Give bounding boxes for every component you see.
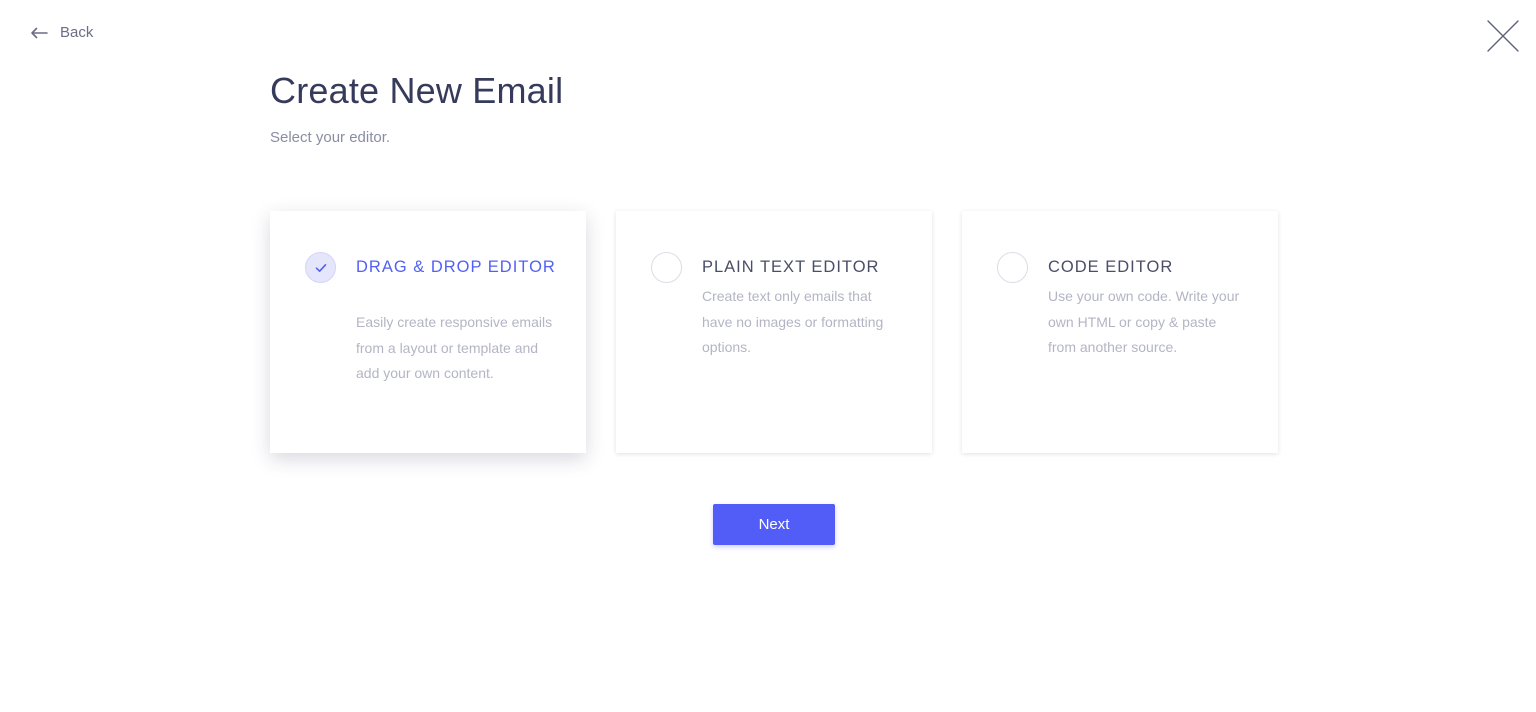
check-icon: [315, 263, 327, 273]
editor-card-description: Use your own code. Write your own HTML o…: [1048, 288, 1240, 355]
page-title: Create New Email: [270, 70, 564, 111]
editor-card-plain-text[interactable]: PLAIN TEXT EDITOR Create text only email…: [616, 211, 932, 453]
editor-card-description: Easily create responsive emails from a l…: [356, 314, 553, 381]
next-button[interactable]: Next: [713, 504, 835, 545]
back-label: Back: [60, 24, 94, 41]
radio-unselected[interactable]: [997, 252, 1028, 283]
editor-card-title: PLAIN TEXT EDITOR: [702, 258, 880, 276]
editor-card-drag-drop[interactable]: DRAG & DROP EDITOR Easily create respons…: [270, 211, 586, 453]
page-subtitle: Select your editor.: [270, 129, 391, 146]
arrow-left-icon: [30, 27, 48, 39]
editor-card-title: DRAG & DROP EDITOR: [356, 258, 556, 276]
editor-card-code[interactable]: CODE EDITOR Use your own code. Write you…: [962, 211, 1278, 453]
editor-card-title: CODE EDITOR: [1048, 258, 1174, 276]
close-icon: [1486, 19, 1520, 53]
back-link[interactable]: Back: [30, 24, 93, 41]
radio-selected[interactable]: [305, 252, 336, 283]
radio-unselected[interactable]: [651, 252, 682, 283]
editor-card-description: Create text only emails that have no ima…: [702, 288, 884, 355]
close-button[interactable]: [1486, 19, 1520, 53]
